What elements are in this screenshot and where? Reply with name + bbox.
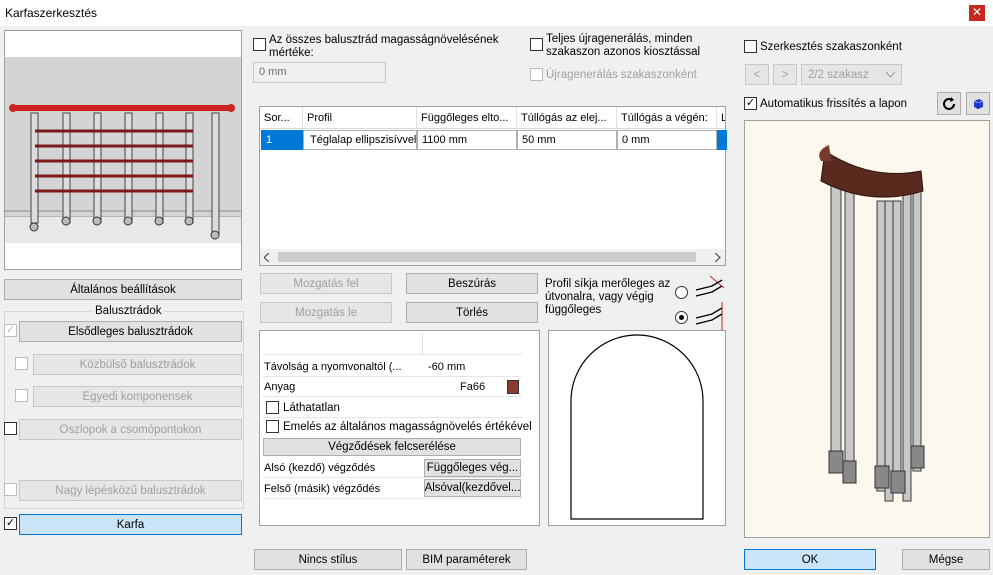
intermediate-balusters-button[interactable]: Közbülső balusztrádok	[33, 354, 242, 375]
all-height-checkbox[interactable]	[253, 38, 266, 51]
upper-end-label: Felső (másik) végződés	[264, 483, 381, 495]
profile-perpendicular-radio[interactable]	[675, 286, 688, 299]
grid-cell-overhang-start[interactable]: 50 mm	[517, 130, 617, 150]
section-select[interactable]: 2/2 szakasz	[801, 64, 902, 85]
properties-panel: Távolság a nyomvonaltól (... -60 mm Anya…	[259, 330, 540, 526]
check-icon: ✓	[5, 517, 16, 529]
refresh-icon	[943, 96, 955, 110]
primary-balusters-checkbox[interactable]: ✓	[4, 324, 17, 337]
window-title: Karfaszerkesztés	[5, 6, 98, 20]
check-icon: ✓	[745, 97, 756, 109]
material-row: Anyag Fa66	[262, 378, 522, 397]
move-up-button[interactable]: Mozgatás fel	[260, 273, 392, 294]
regen-by-section-checkbox[interactable]	[530, 68, 543, 81]
grid-cell-index[interactable]: 1	[261, 130, 303, 150]
prev-section-button[interactable]: <	[745, 64, 769, 85]
insert-button[interactable]: Beszúrás	[406, 273, 538, 294]
3d-preview	[744, 120, 990, 538]
material-value[interactable]: Fa66	[460, 381, 485, 393]
invisible-label: Láthatatlan	[283, 402, 340, 414]
vertical-profile-icon	[695, 302, 723, 330]
full-regen-checkbox[interactable]	[530, 38, 543, 51]
grid-cell-extra[interactable]	[717, 130, 727, 150]
scrollbar-thumb[interactable]	[278, 252, 696, 262]
distance-value[interactable]: -60 mm	[428, 361, 465, 373]
3d-view-button[interactable]	[966, 92, 990, 115]
edit-by-section-label: Szerkesztés szakaszonként	[760, 41, 902, 53]
profile-shape-drawing	[570, 334, 704, 520]
3d-preview-drawing	[819, 145, 925, 502]
railing-preview	[4, 30, 242, 270]
chevron-down-icon	[886, 71, 895, 78]
cancel-button[interactable]: Mégse	[902, 549, 990, 570]
no-style-button[interactable]: Nincs stílus	[254, 549, 402, 570]
upper-end-button[interactable]: Alsóval(kezdővel...	[424, 479, 521, 497]
chevron-left-icon: <	[753, 68, 761, 81]
section-select-value: 2/2 szakasz	[808, 68, 869, 81]
perpendicular-profile-icon	[695, 275, 725, 297]
raise-checkbox[interactable]	[266, 420, 279, 433]
close-button[interactable]: ✕	[969, 5, 985, 21]
bim-parameters-button[interactable]: BIM paraméterek	[406, 549, 527, 570]
cube-icon	[973, 98, 984, 109]
posts-button[interactable]: Oszlopok a csomópontokon	[19, 419, 242, 440]
grid-scrollbar[interactable]	[260, 249, 725, 265]
distance-row: Távolság a nyomvonaltól (... -60 mm	[262, 358, 522, 377]
full-regen-label: Teljes újragenerálás, minden szakaszon a…	[546, 33, 701, 58]
profile-grid[interactable]: Sor... Profil Függőleges elto... Túllógá…	[259, 106, 727, 266]
close-icon: ✕	[971, 5, 983, 19]
large-step-checkbox[interactable]	[4, 483, 17, 496]
regen-by-section-label: Újragenerálás szakaszonként	[546, 69, 697, 81]
all-height-label: Az összes balusztrád magasságnövelésének…	[269, 34, 499, 59]
material-color-swatch[interactable]	[507, 380, 519, 394]
grid-header-row[interactable]: Sor...	[260, 107, 303, 129]
chevron-left-icon[interactable]	[264, 253, 270, 262]
grid-header-vertical[interactable]: Függőleges elto...	[417, 107, 517, 129]
invisible-checkbox[interactable]	[266, 401, 279, 414]
profile-shape-preview	[548, 330, 726, 526]
chevron-right-icon: >	[781, 68, 789, 81]
large-step-balusters-button[interactable]: Nagy lépésközű balusztrádok	[19, 480, 242, 501]
posts-checkbox[interactable]	[4, 422, 17, 435]
auto-refresh-label: Automatikus frissítés a lapon	[760, 98, 908, 110]
check-icon: ✓	[5, 324, 16, 336]
handrail-button[interactable]: Karfa	[19, 514, 242, 535]
distance-label: Távolság a nyomvonaltól (...	[264, 361, 402, 373]
grid-cell-overhang-end[interactable]: 0 mm	[617, 130, 717, 150]
profile-plane-label: Profil síkja merőleges az útvonalra, vag…	[545, 278, 671, 316]
delete-button[interactable]: Törlés	[406, 302, 538, 323]
railing-preview-drawing	[5, 57, 241, 243]
lower-end-button[interactable]: Függőleges vég...	[424, 459, 521, 477]
raise-label: Emelés az általános magasságnövelés érté…	[283, 421, 532, 433]
chevron-right-icon[interactable]	[715, 253, 721, 262]
profile-vertical-radio[interactable]	[675, 311, 688, 324]
move-down-button[interactable]: Mozgatás le	[260, 302, 392, 323]
custom-components-button[interactable]: Egyedi komponensek	[33, 386, 242, 407]
grid-header-overhang-start[interactable]: Túllógás az elej...	[517, 107, 617, 129]
custom-components-checkbox[interactable]	[15, 389, 28, 402]
primary-balusters-button[interactable]: Elsődleges balusztrádok	[19, 321, 242, 342]
title-bar	[0, 0, 993, 26]
grid-cell-profile[interactable]: Téglalap ellipszisívvel	[303, 130, 417, 150]
ok-button[interactable]: OK	[744, 549, 876, 570]
balusters-group-label: Balusztrádok	[92, 305, 165, 318]
grid-header-extra[interactable]: L	[717, 107, 725, 129]
grid-header-profile[interactable]: Profil	[303, 107, 417, 129]
lower-end-label: Alsó (kezdő) végződés	[264, 462, 376, 474]
grid-header-overhang-end[interactable]: Túllógás a végén:	[617, 107, 717, 129]
grid-cell-vertical[interactable]: 1100 mm	[417, 130, 517, 150]
general-settings-button[interactable]: Általános beállítások	[4, 279, 242, 300]
edit-by-section-checkbox[interactable]	[744, 40, 757, 53]
auto-refresh-checkbox[interactable]: ✓	[744, 97, 757, 110]
next-section-button[interactable]: >	[773, 64, 797, 85]
all-height-input[interactable]: 0 mm	[253, 62, 386, 83]
material-label: Anyag	[264, 381, 296, 393]
intermediate-balusters-checkbox[interactable]	[15, 357, 28, 370]
refresh-button[interactable]	[937, 92, 961, 115]
swap-ends-button[interactable]: Végződések felcserélése	[263, 438, 521, 456]
handrail-checkbox[interactable]: ✓	[4, 517, 17, 530]
properties-header	[262, 333, 522, 355]
